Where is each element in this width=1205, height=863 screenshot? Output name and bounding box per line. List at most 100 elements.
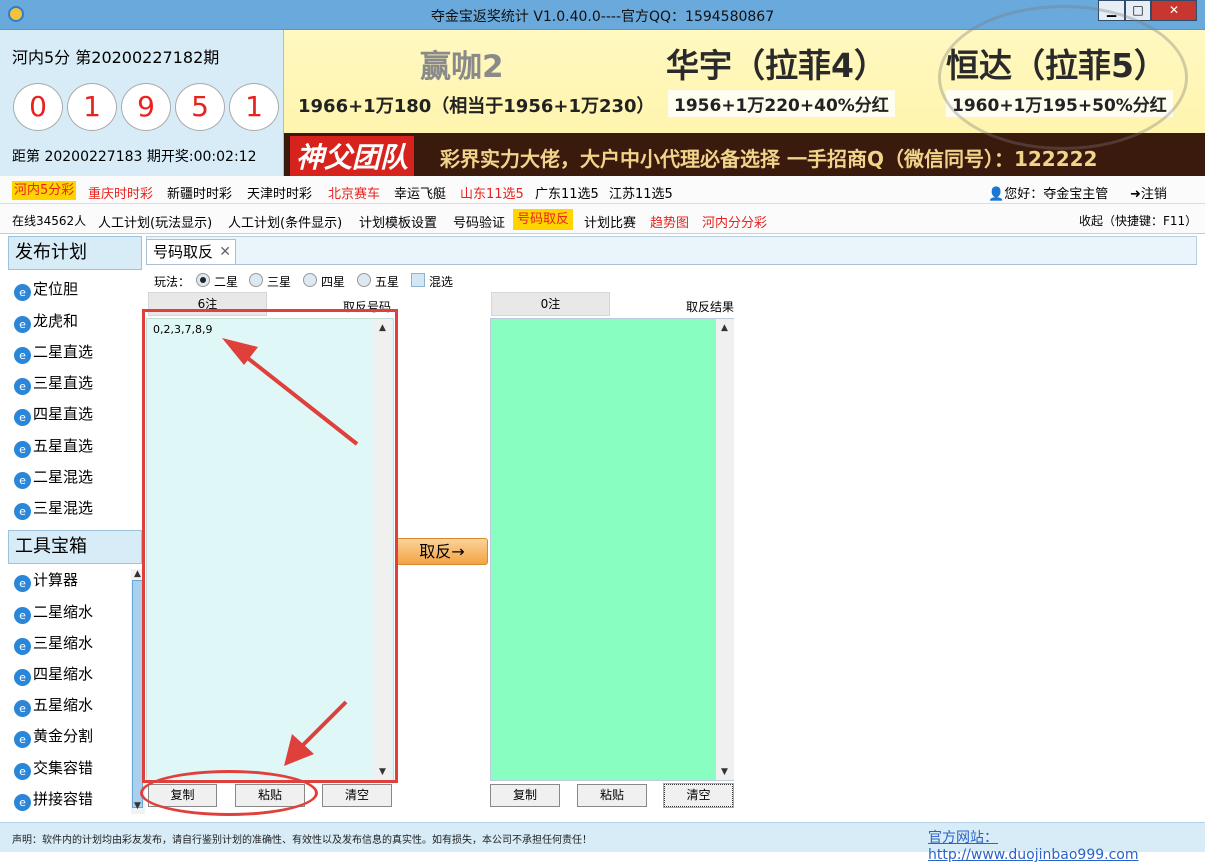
result-paste-button[interactable]: 粘贴: [577, 784, 647, 807]
watermark-stamp: [938, 5, 1188, 150]
sidebar-item-golden-split[interactable]: e 黄金分割: [14, 725, 93, 748]
tab-number-invert[interactable]: 号码取反 ✕: [146, 239, 236, 265]
sidebar-item-label: 黄金分割: [33, 727, 94, 745]
input-clear-button[interactable]: 清空: [322, 784, 392, 807]
sidebar-item-3star-direct[interactable]: e 三星直选: [14, 372, 93, 395]
radio-5star-label: 五星: [375, 275, 400, 289]
sidebar-item-label: 龙虎和: [33, 312, 79, 330]
sidebar-item-position[interactable]: e 定位胆: [14, 278, 78, 301]
plan-icon: e: [14, 503, 31, 520]
menu-number-invert[interactable]: 号码取反: [513, 209, 574, 230]
sidebar-item-label: 计算器: [33, 571, 79, 589]
invert-button[interactable]: 取反→: [396, 538, 488, 565]
menu-manual-plan-condition[interactable]: 人工计划(条件显示): [228, 212, 342, 231]
sidebar-item-intersect-tolerance[interactable]: e 交集容错: [14, 757, 93, 780]
user-greeting-label: 您好：夺金宝主管: [1004, 187, 1109, 202]
sidebar-item-3star-shrink[interactable]: e 三星缩水: [14, 632, 93, 655]
menu-hanoi-5min[interactable]: 河内5分彩: [12, 181, 77, 200]
sidebar-item-label: 三星直选: [33, 374, 94, 392]
sidebar-item-label: 交集容错: [33, 759, 94, 777]
plan-icon: e: [14, 284, 31, 301]
menu-beijing-pk[interactable]: 北京赛车: [328, 183, 380, 202]
result-copy-button[interactable]: 复制: [490, 784, 560, 807]
tab-close-icon[interactable]: ✕: [219, 240, 231, 264]
radio-3star[interactable]: [249, 273, 263, 287]
menu-lucky-boat[interactable]: 幸运飞艇: [394, 183, 446, 202]
sidebar-item-5star-direct[interactable]: e 五星直选: [14, 435, 93, 458]
lottery-panel: 河内5分 第20200227182期 0 1 9 5 1 距第 20200227…: [0, 30, 284, 176]
function-menu: 在线34562人 人工计划(玩法显示) 人工计划(条件显示) 计划模板设置 号码…: [0, 204, 1205, 234]
menu-number-verify[interactable]: 号码验证: [453, 212, 505, 231]
annotation-oval: [140, 770, 318, 816]
draw-ball: 0: [13, 83, 63, 131]
sidebar-item-label: 三星混选: [33, 499, 94, 517]
sidebar-item-label: 二星直选: [33, 343, 94, 361]
plan-icon: e: [14, 472, 31, 489]
radio-2star[interactable]: [196, 273, 210, 287]
mixed-checkbox[interactable]: [411, 273, 425, 287]
sidebar-item-label: 三星缩水: [33, 634, 94, 652]
annotation-box: [142, 309, 398, 783]
sidebar-item-5star-shrink[interactable]: e 五星缩水: [14, 694, 93, 717]
menu-xinjiang[interactable]: 新疆时时彩: [167, 183, 232, 202]
menu-chongqing[interactable]: 重庆时时彩: [88, 183, 153, 202]
banner-line2-a: 1966+1万180（相当于1956+1万230）: [298, 96, 655, 117]
sidebar-item-calculator[interactable]: e 计算器: [14, 569, 78, 592]
toolbox-header[interactable]: 工具宝箱: [8, 530, 142, 564]
sidebar-item-label: 五星缩水: [33, 696, 94, 714]
result-clear-button[interactable]: 清空: [663, 783, 734, 808]
result-count: 0注: [491, 292, 610, 316]
radio-4star[interactable]: [303, 273, 317, 287]
logout-button[interactable]: ➜注销: [1130, 183, 1167, 202]
menu-jiangsu-11x5[interactable]: 江苏11选5: [609, 183, 673, 202]
user-greeting: 👤您好：夺金宝主管: [988, 183, 1108, 202]
logout-icon: ➜: [1130, 187, 1141, 202]
sidebar-item-label: 拼接容错: [33, 790, 94, 808]
draw-ball: 1: [229, 83, 279, 131]
radio-2star-label: 二星: [214, 275, 239, 289]
tool-icon: e: [14, 669, 31, 686]
scroll-down-icon[interactable]: ▼: [134, 801, 141, 811]
mixed-checkbox-label: 混选: [429, 275, 454, 289]
sidebar-item-4star-direct[interactable]: e 四星直选: [14, 403, 93, 426]
invert-result-textarea[interactable]: [490, 318, 734, 781]
radio-5star[interactable]: [357, 273, 371, 287]
scroll-up-icon[interactable]: ▲: [134, 569, 141, 579]
sidebar-item-2star-mixed[interactable]: e 二星混选: [14, 466, 93, 489]
tool-icon: e: [14, 575, 31, 592]
banner-team: 神父团队: [290, 136, 415, 176]
sidebar-item-label: 五星直选: [33, 437, 94, 455]
result-scroll-up-icon[interactable]: ▲: [721, 323, 728, 333]
sidebar-item-2star-shrink[interactable]: e 二星缩水: [14, 601, 93, 624]
result-scrollbar[interactable]: [716, 319, 734, 780]
sidebar-item-dragon-tiger[interactable]: e 龙虎和: [14, 310, 78, 333]
plan-icon: e: [14, 378, 31, 395]
sidebar-item-4star-shrink[interactable]: e 四星缩水: [14, 663, 93, 686]
tool-icon: e: [14, 700, 31, 717]
collapse-toggle[interactable]: 收起（快捷键：F11）: [1079, 212, 1197, 229]
result-scroll-down-icon[interactable]: ▼: [721, 767, 728, 777]
sidebar-item-label: 四星缩水: [33, 665, 94, 683]
menu-guangdong-11x5[interactable]: 广东11选5: [535, 183, 599, 202]
menu-hanoi-minute[interactable]: 河内分分彩: [702, 212, 767, 231]
publish-plan-header[interactable]: 发布计划: [8, 236, 142, 270]
draw-ball: 1: [67, 83, 117, 131]
lottery-menu: 河内5分彩 重庆时时彩 新疆时时彩 天津时时彩 北京赛车 幸运飞艇 山东11选5…: [0, 176, 1205, 204]
plan-icon: e: [14, 347, 31, 364]
menu-plan-template[interactable]: 计划模板设置: [359, 212, 437, 231]
official-site-link[interactable]: 官方网站：http://www.duojinbao999.com: [928, 827, 1205, 863]
menu-plan-contest[interactable]: 计划比赛: [584, 212, 636, 231]
sidebar-item-label: 二星缩水: [33, 603, 94, 621]
menu-manual-plan-play[interactable]: 人工计划(玩法显示): [98, 212, 212, 231]
sidebar-item-3star-mixed[interactable]: e 三星混选: [14, 497, 93, 520]
sidebar-item-2star-direct[interactable]: e 二星直选: [14, 341, 93, 364]
menu-tianjin[interactable]: 天津时时彩: [247, 183, 312, 202]
menu-trend-chart[interactable]: 趋势图: [650, 212, 689, 231]
sidebar-item-label: 二星混选: [33, 468, 94, 486]
menu-shandong-11x5[interactable]: 山东11选5: [460, 183, 524, 202]
lottery-name: 河内5分 第20200227182期: [12, 48, 220, 67]
sidebar-item-splice-tolerance[interactable]: e 拼接容错: [14, 788, 93, 811]
tool-icon: e: [14, 763, 31, 780]
user-icon: 👤: [988, 187, 1005, 202]
close-button[interactable]: ✕: [1151, 0, 1197, 21]
